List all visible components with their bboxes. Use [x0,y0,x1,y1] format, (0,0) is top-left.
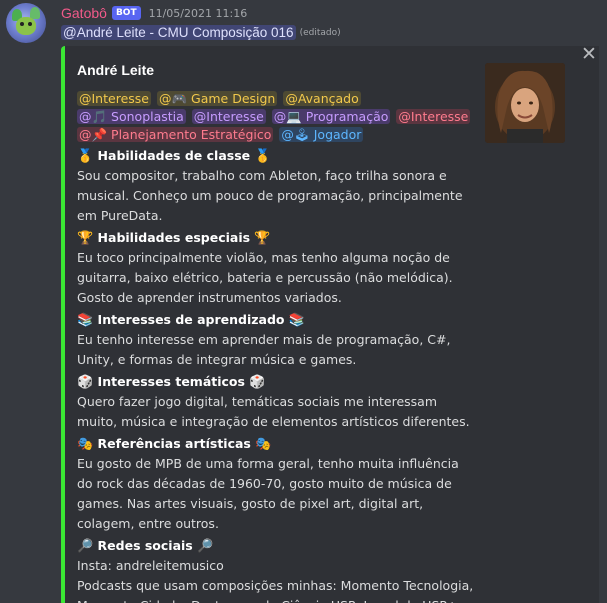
theater-masks-icon: 🎭 [77,436,94,452]
embed-content: André Leite @Interesse @🎮 Game Design @A… [77,62,477,603]
edited-label: (editado) [299,27,341,38]
role-mention[interactable]: @🕹 Jogador [279,126,364,142]
role-list: @Interesse @🎮 Game Design @Avançado @🎵 S… [77,90,477,144]
embed-author: André Leite [77,62,155,78]
medal-icon: 🥇 [254,148,271,164]
magnifier-icon: 🔎 [197,538,214,554]
theater-masks-icon: 🎭 [255,436,272,452]
message-content: @André Leite - CMU Composição 016 (edita… [61,25,341,40]
field-title-text: Referências artísticas [97,435,251,451]
close-icon[interactable]: ✕ [581,44,597,64]
books-icon: 📚 [77,312,94,328]
role-mention[interactable]: @Interesse [191,108,266,124]
role-mention[interactable]: @Interesse [396,108,471,124]
field-title-text: Interesses de aprendizado [97,311,285,327]
embed-field: 🏆 Habilidades especiais 🏆 Eu toco princi… [77,229,477,308]
message-header: Gatobô BOT 11/05/2021 11:16 [61,4,247,22]
avatar-eye-right [28,22,32,26]
field-title: 📚 Interesses de aprendizado 📚 [77,311,477,330]
user-mention[interactable]: @André Leite - CMU Composição 016 [61,25,296,40]
field-value: Insta: andreleitemusico Podcasts que usa… [77,557,474,603]
books-icon: 📚 [288,312,306,328]
field-value: Eu gosto de MPB de uma forma geral, tenh… [77,455,459,531]
embed-field: 🎭 Referências artísticas 🎭 Eu gosto de M… [77,435,477,534]
role-mention[interactable]: @💻 Programação [271,108,391,124]
avatar-eye-left [20,22,24,26]
field-value: Eu tenho interesse em aprender mais de p… [77,331,451,367]
embed-field: 🎲 Interesses temáticos 🎲 Quero fazer jog… [77,373,477,432]
avatar-face [16,17,36,35]
role-mention[interactable]: @📌 Planejamento Estratégico [77,126,274,142]
field-title-text: Interesses temáticos [97,373,245,389]
field-title: 🥇 Habilidades de classe 🥇 [77,147,477,166]
role-mention[interactable]: @Interesse [77,90,151,106]
embed-thumbnail[interactable] [485,63,565,143]
embed-field: 🔎 Redes sociais 🔎 Insta: andreleitemusic… [77,537,477,603]
field-title-text: Redes sociais [97,537,193,553]
timestamp[interactable]: 11/05/2021 11:16 [149,7,248,20]
field-title: 🎲 Interesses temáticos 🎲 [77,373,477,392]
trophy-icon: 🏆 [254,230,271,246]
field-title-text: Habilidades especiais [97,229,251,245]
profile-photo-image [485,63,565,143]
field-value: Eu toco principalmente violão, mas tenho… [77,249,453,305]
role-mention[interactable]: @Avançado [283,90,361,106]
field-title: 🎭 Referências artísticas 🎭 [77,435,477,454]
field-title-text: Habilidades de classe [97,147,251,163]
embed-field: 🥇 Habilidades de classe 🥇 Sou compositor… [77,147,477,226]
field-value: Sou compositor, trabalho com Ableton, fa… [77,167,463,223]
medal-icon: 🥇 [77,148,94,164]
username[interactable]: Gatobô [61,5,107,21]
field-title: 🏆 Habilidades especiais 🏆 [77,229,477,248]
bot-tag: BOT [111,6,141,20]
bot-avatar[interactable] [6,3,46,43]
dice-icon: 🎲 [77,374,94,390]
trophy-icon: 🏆 [77,230,94,246]
dice-icon: 🎲 [249,374,266,390]
magnifier-icon: 🔎 [77,538,94,554]
role-mention[interactable]: @🎵 Sonoplastia [77,108,186,124]
field-title: 🔎 Redes sociais 🔎 [77,537,477,556]
chat-message: Gatobô BOT 11/05/2021 11:16 @André Leite… [0,0,607,603]
role-mention[interactable]: @🎮 Game Design [156,90,278,106]
field-value: Quero fazer jogo digital, temáticas soci… [77,393,470,429]
embed-field: 📚 Interesses de aprendizado 📚 Eu tenho i… [77,311,477,370]
